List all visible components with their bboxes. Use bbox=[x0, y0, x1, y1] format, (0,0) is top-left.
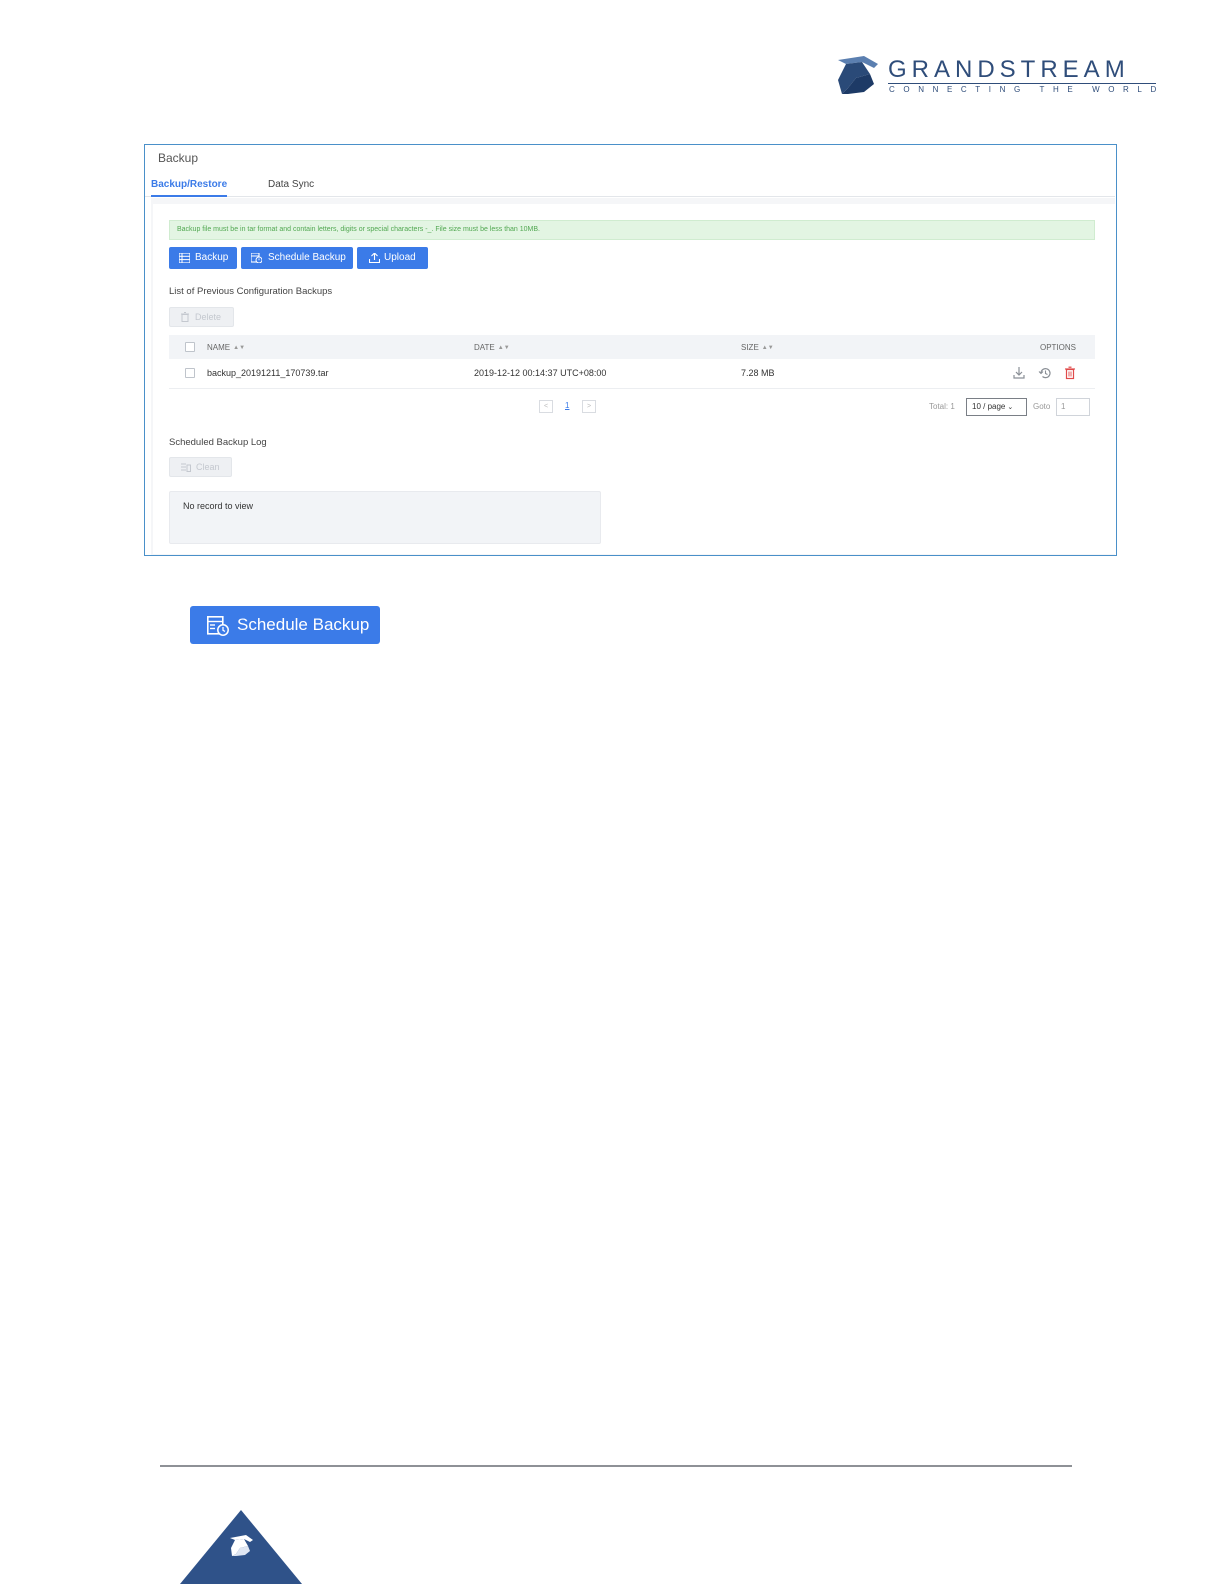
trash-icon bbox=[181, 312, 189, 322]
tab-backup-restore[interactable]: Backup/Restore bbox=[151, 179, 227, 190]
upload-icon bbox=[369, 253, 380, 263]
page-1-link[interactable]: 1 bbox=[565, 401, 569, 410]
tab-data-sync[interactable]: Data Sync bbox=[268, 179, 314, 190]
backup-button-label: Backup bbox=[195, 252, 229, 263]
clean-button[interactable]: Clean bbox=[169, 457, 232, 477]
chevron-down-icon: ⌄ bbox=[1007, 404, 1014, 411]
clean-button-label: Clean bbox=[196, 462, 220, 472]
column-options: OPTIONS bbox=[1040, 343, 1077, 352]
row-name: backup_20191211_170739.tar bbox=[207, 368, 329, 378]
next-page-button[interactable]: > bbox=[582, 400, 596, 413]
tab-bar: Backup/Restore Data Sync bbox=[145, 175, 1115, 197]
brand-tagline: CONNECTING THE WORLD bbox=[889, 85, 1165, 94]
content-area: Backup file must be in tar format and co… bbox=[151, 198, 1115, 555]
backup-button[interactable]: Backup bbox=[169, 247, 237, 269]
upload-button-label: Upload bbox=[384, 252, 416, 263]
schedule-log-title: Scheduled Backup Log bbox=[169, 437, 267, 448]
backup-icon bbox=[179, 253, 190, 263]
backup-panel: Backup Backup/Restore Data Sync Backup f… bbox=[144, 144, 1117, 556]
column-size-label: SIZE bbox=[741, 343, 759, 352]
goto-input[interactable]: 1 bbox=[1056, 398, 1090, 416]
schedule-backup-button-large[interactable]: Schedule Backup bbox=[190, 606, 380, 644]
prev-page-button[interactable]: < bbox=[539, 400, 553, 413]
footer-logo-icon bbox=[180, 1510, 302, 1584]
table-header: NAME ▲▼ DATE ▲▼ SIZE ▲▼ OPTIONS bbox=[169, 335, 1095, 359]
schedule-backup-button-label: Schedule Backup bbox=[268, 252, 346, 263]
sort-icon: ▲▼ bbox=[761, 345, 774, 351]
content-card: Backup file must be in tar format and co… bbox=[153, 204, 1115, 554]
backup-table: NAME ▲▼ DATE ▲▼ SIZE ▲▼ OPTIONS backup_2019… bbox=[169, 335, 1095, 389]
total-count: Total: 1 bbox=[929, 402, 955, 411]
select-all-checkbox[interactable] bbox=[185, 342, 195, 352]
grandstream-logo-icon bbox=[838, 56, 878, 94]
brand-name: GRANDSTREAM bbox=[888, 56, 1130, 83]
row-checkbox[interactable] bbox=[185, 368, 195, 378]
column-date-label: DATE bbox=[474, 343, 495, 352]
footer-divider bbox=[160, 1465, 1072, 1467]
page-size-select[interactable]: 10 / page ⌄ bbox=[966, 398, 1027, 416]
column-name-label: NAME bbox=[207, 343, 231, 352]
empty-log-message: No record to view bbox=[183, 501, 254, 511]
schedule-icon bbox=[251, 253, 262, 263]
table-row: backup_20191211_170739.tar 2019-12-12 00… bbox=[169, 359, 1095, 389]
column-name[interactable]: NAME ▲▼ bbox=[207, 343, 245, 352]
page-size-value: 10 / page bbox=[972, 402, 1006, 411]
goto-label: Goto bbox=[1033, 402, 1051, 411]
column-size[interactable]: SIZE ▲▼ bbox=[741, 343, 774, 352]
column-date[interactable]: DATE ▲▼ bbox=[474, 343, 510, 352]
brand-rule bbox=[888, 83, 1156, 84]
upload-button[interactable]: Upload bbox=[357, 247, 428, 269]
delete-button-label: Delete bbox=[195, 312, 222, 322]
grandstream-logo: GRANDSTREAM CONNECTING THE WORLD bbox=[834, 54, 1156, 98]
row-date: 2019-12-12 00:14:37 UTC+08:00 bbox=[474, 368, 607, 378]
clean-icon bbox=[181, 463, 191, 472]
restore-icon[interactable] bbox=[1038, 366, 1052, 380]
schedule-backup-button[interactable]: Schedule Backup bbox=[241, 247, 353, 269]
schedule-icon bbox=[207, 616, 229, 636]
download-icon[interactable] bbox=[1012, 366, 1026, 380]
backup-list-title: List of Previous Configuration Backups bbox=[169, 286, 333, 297]
page-title: Backup bbox=[158, 151, 199, 165]
delete-icon[interactable] bbox=[1063, 366, 1077, 380]
delete-button[interactable]: Delete bbox=[169, 307, 234, 327]
schedule-log-list: No record to view bbox=[169, 491, 601, 544]
schedule-backup-button-large-label: Schedule Backup bbox=[237, 615, 370, 634]
sort-icon: ▲▼ bbox=[497, 345, 510, 351]
row-size: 7.28 MB bbox=[741, 368, 775, 378]
sort-icon: ▲▼ bbox=[233, 345, 246, 351]
active-tab-indicator bbox=[151, 195, 227, 197]
notice-banner: Backup file must be in tar format and co… bbox=[169, 220, 1095, 240]
